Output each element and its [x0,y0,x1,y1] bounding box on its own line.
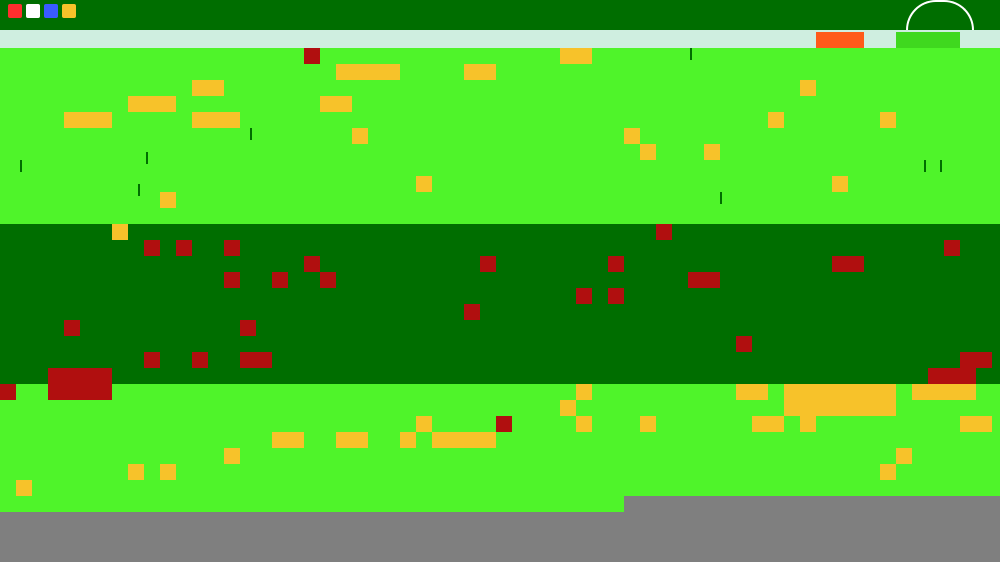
coin-tile [368,64,400,80]
coin-tile [160,464,176,480]
coin-tile [320,96,352,112]
brick-tile [464,304,480,320]
coin-tile [416,416,432,432]
coin-tile [192,80,224,96]
brick-tile [224,272,240,288]
item-icon [26,4,40,18]
coin-tile [352,128,368,144]
coin-tile [400,432,416,448]
coin-tile [128,464,144,480]
coin-tile [560,48,592,64]
coin-tile [704,144,720,160]
coin-tile [896,448,912,464]
score-badge [816,32,864,48]
coin-tile [464,64,496,80]
brick-tile [48,368,112,400]
brick-tile [576,288,592,304]
coin-tile [336,432,368,448]
coin-tile [560,400,576,416]
coin-tile [736,384,768,400]
coin-tile [752,416,784,432]
game-viewport[interactable] [0,0,1000,562]
star-icon [62,4,76,18]
brick-tile [608,288,624,304]
brick-tile [240,320,256,336]
coin-tile [640,416,656,432]
coin-tile [960,416,992,432]
coin-tile [624,128,640,144]
grass-blade [876,240,878,252]
brick-tile [176,240,192,256]
coin-tile [800,80,816,96]
status-badge [896,32,960,48]
brick-tile [688,272,720,288]
character-icon [8,4,22,18]
brick-tile [480,256,496,272]
brick-tile [320,272,336,288]
coin-tile [336,64,368,80]
ground-step [0,496,624,512]
coin-tile [416,176,432,192]
brick-tile [192,352,208,368]
grass-blade [250,128,252,140]
brick-tile [304,48,320,64]
brick-tile [656,224,672,240]
coin-tile [112,224,128,240]
coin-tile [272,432,304,448]
grass-blade [924,160,926,172]
coin-tile [800,416,816,432]
grass-blade [940,160,942,172]
grass-blade [424,240,426,252]
grass-blade [146,152,148,164]
coin-tile [880,464,896,480]
brick-tile [608,256,624,272]
grass-blade [690,48,692,60]
coin-tile [832,176,848,192]
grass-blade [20,160,22,172]
brick-tile [240,352,272,368]
coin-tile [784,384,896,416]
brick-tile [0,384,16,400]
coin-tile [16,480,32,496]
brick-tile [944,240,960,256]
coin-tile [224,448,240,464]
coin-tile [912,384,976,400]
coin-tile [576,384,592,400]
brick-tile [144,352,160,368]
grass-blade [138,184,140,196]
brick-tile [960,352,992,368]
brick-tile [272,272,288,288]
brick-tile [144,240,160,256]
brick-tile [64,320,80,336]
coin-tile [128,96,176,112]
brick-tile [832,256,864,272]
brick-tile [928,368,976,384]
coin-tile [640,144,656,160]
coin-tile [768,112,784,128]
coin-tile [880,112,896,128]
coin-tile [192,112,240,128]
hud-icons [8,0,76,22]
brick-tile [496,416,512,432]
brick-tile [304,256,320,272]
coin-tile [160,192,176,208]
gem-icon [44,4,58,18]
coin-tile [432,432,496,448]
coin-tile [64,112,112,128]
grass-blade [720,192,722,204]
coin-tile [576,416,592,432]
brick-tile [224,240,240,256]
brick-tile [736,336,752,352]
